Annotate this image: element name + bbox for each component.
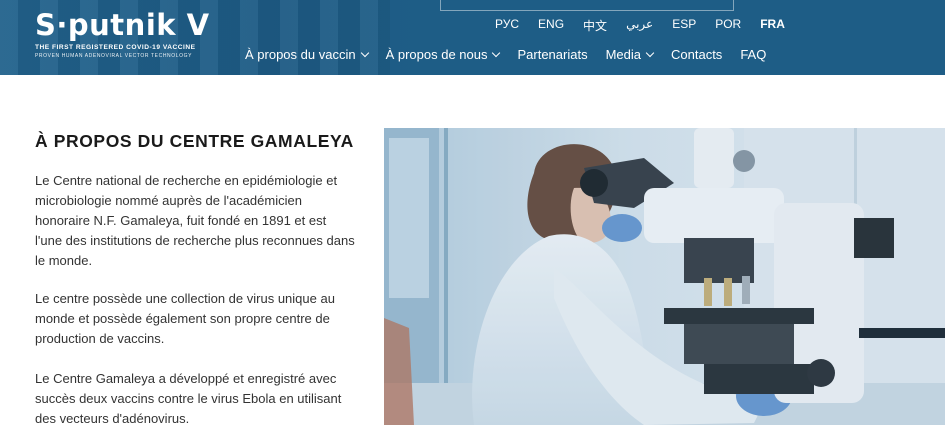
- lang-zh[interactable]: 中文: [583, 17, 607, 34]
- lang-fra[interactable]: FRA: [760, 17, 785, 34]
- nav-label: À propos du vaccin: [245, 47, 356, 62]
- nav-label: À propos de nous: [385, 47, 488, 62]
- lang-por[interactable]: POR: [715, 17, 741, 34]
- intro-paragraph: Le Centre national de recherche en epidé…: [35, 173, 355, 268]
- logo-tagline-secondary: PROVEN HUMAN ADENOVIRAL VECTOR TECHNOLOG…: [35, 53, 193, 59]
- logo-wordmark: S·putnik V: [35, 8, 210, 42]
- sputnik-logo[interactable]: S·putnik V THE FIRST REGISTERED COVID-19…: [35, 8, 210, 59]
- chevron-down-icon: [645, 48, 655, 57]
- nav-label: FAQ: [740, 47, 767, 62]
- page-title: À PROPOS DU CENTRE GAMALEYA: [35, 131, 354, 151]
- lang-esp[interactable]: ESP: [672, 17, 696, 34]
- language-switcher: РУС ENG 中文 عربي ESP POR FRA: [495, 17, 804, 34]
- chevron-down-icon: [492, 48, 501, 57]
- site-header: S·putnik V THE FIRST REGISTERED COVID-19…: [0, 0, 945, 75]
- nav-about-vaccine[interactable]: À propos du vaccin: [245, 47, 369, 62]
- header-search-outline: [440, 0, 734, 11]
- scientist-microscope-image: [384, 128, 945, 425]
- logo-tagline-primary: THE FIRST REGISTERED COVID-19 VACCINE: [35, 44, 196, 51]
- nav-label: Partenariats: [517, 47, 588, 62]
- nav-faq[interactable]: FAQ: [740, 47, 766, 62]
- nav-about-us[interactable]: À propos de nous: [385, 47, 501, 62]
- main-nav: À propos du vaccin À propos de nous Part…: [245, 47, 784, 62]
- nav-label: Media: [605, 47, 641, 62]
- lang-ar[interactable]: عربي: [626, 17, 653, 34]
- laboratory-photo: [384, 128, 945, 425]
- ebola-paragraph: Le Centre Gamaleya a développé et enregi…: [35, 371, 342, 426]
- chevron-down-icon: [360, 48, 369, 57]
- nav-media[interactable]: Media: [605, 47, 655, 62]
- lang-rus[interactable]: РУС: [495, 17, 519, 34]
- nav-contacts[interactable]: Contacts: [671, 47, 722, 62]
- collection-paragraph: Le centre possède une collection de viru…: [35, 291, 335, 346]
- nav-partnerships[interactable]: Partenariats: [517, 47, 587, 62]
- nav-label: Contacts: [671, 47, 723, 62]
- lang-eng[interactable]: ENG: [538, 17, 564, 34]
